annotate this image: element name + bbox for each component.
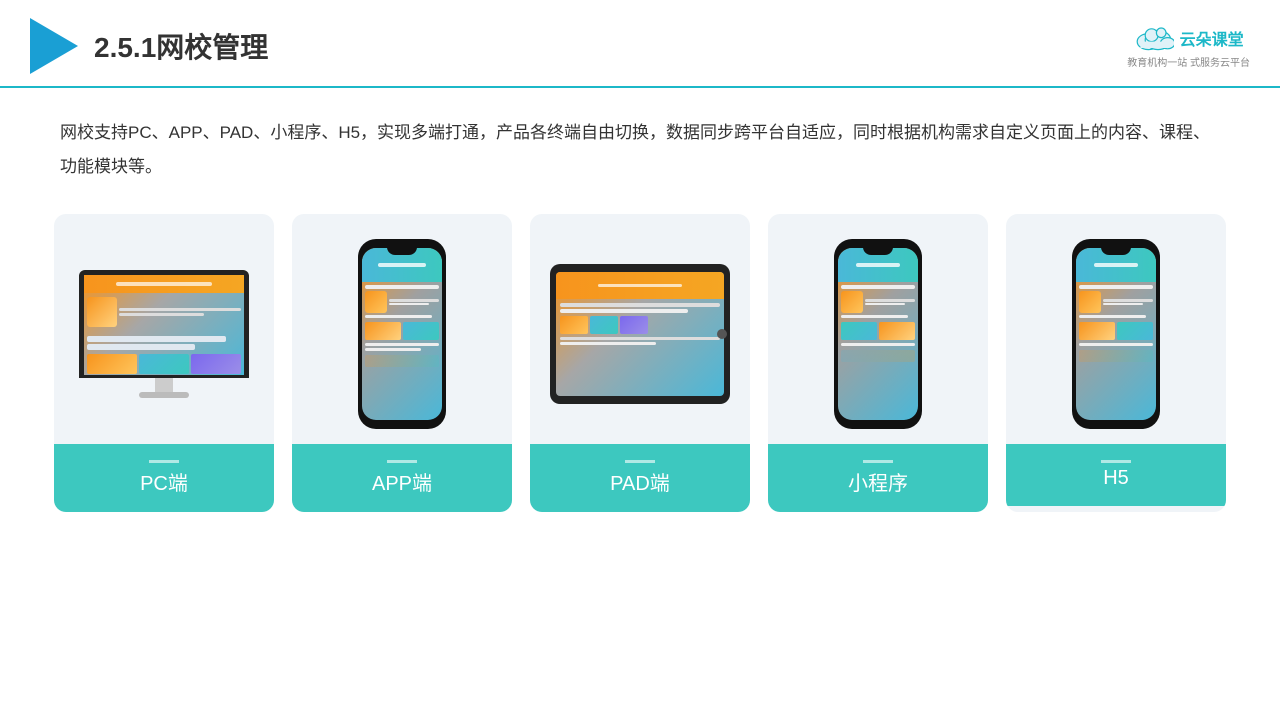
monitor-mockup: [79, 270, 249, 398]
card-pc: PC端: [54, 214, 274, 512]
description-text: 网校支持PC、APP、PAD、小程序、H5，实现多端打通，产品各终端自由切换，数…: [0, 88, 1280, 204]
card-h5: H5: [1006, 214, 1226, 512]
header-left: 2.5.1网校管理: [30, 18, 268, 74]
brand-area: 云朵课堂 教育机构一站 式服务云平台: [1127, 24, 1250, 69]
page-title: 2.5.1网校管理: [94, 26, 268, 66]
phone-mockup-h5: [1072, 239, 1160, 429]
brand-name: 云朵课堂: [1180, 26, 1244, 50]
phone-mockup-mini: [834, 239, 922, 429]
brand-logo: 云朵课堂: [1134, 24, 1244, 52]
card-app: APP端: [292, 214, 512, 512]
logo-triangle-icon: [30, 18, 78, 74]
card-pc-image: [54, 214, 274, 444]
brand-sub: 教育机构一站 式服务云平台: [1127, 54, 1250, 69]
card-h5-image: [1006, 214, 1226, 444]
card-miniprogram: 小程序: [768, 214, 988, 512]
card-miniprogram-label: 小程序: [768, 444, 988, 512]
card-app-label: APP端: [292, 444, 512, 512]
card-app-image: [292, 214, 512, 444]
card-pc-label: PC端: [54, 444, 274, 512]
card-pad: PAD端: [530, 214, 750, 512]
card-pad-label: PAD端: [530, 444, 750, 512]
cloud-icon: [1134, 24, 1174, 52]
header: 2.5.1网校管理 云朵课堂 教育机构一站 式服务云平台: [0, 0, 1280, 88]
tablet-mockup: [550, 264, 730, 404]
card-pad-image: [530, 214, 750, 444]
card-h5-label: H5: [1006, 444, 1226, 506]
phone-mockup-app: [358, 239, 446, 429]
card-miniprogram-image: [768, 214, 988, 444]
cards-container: PC端: [0, 204, 1280, 532]
